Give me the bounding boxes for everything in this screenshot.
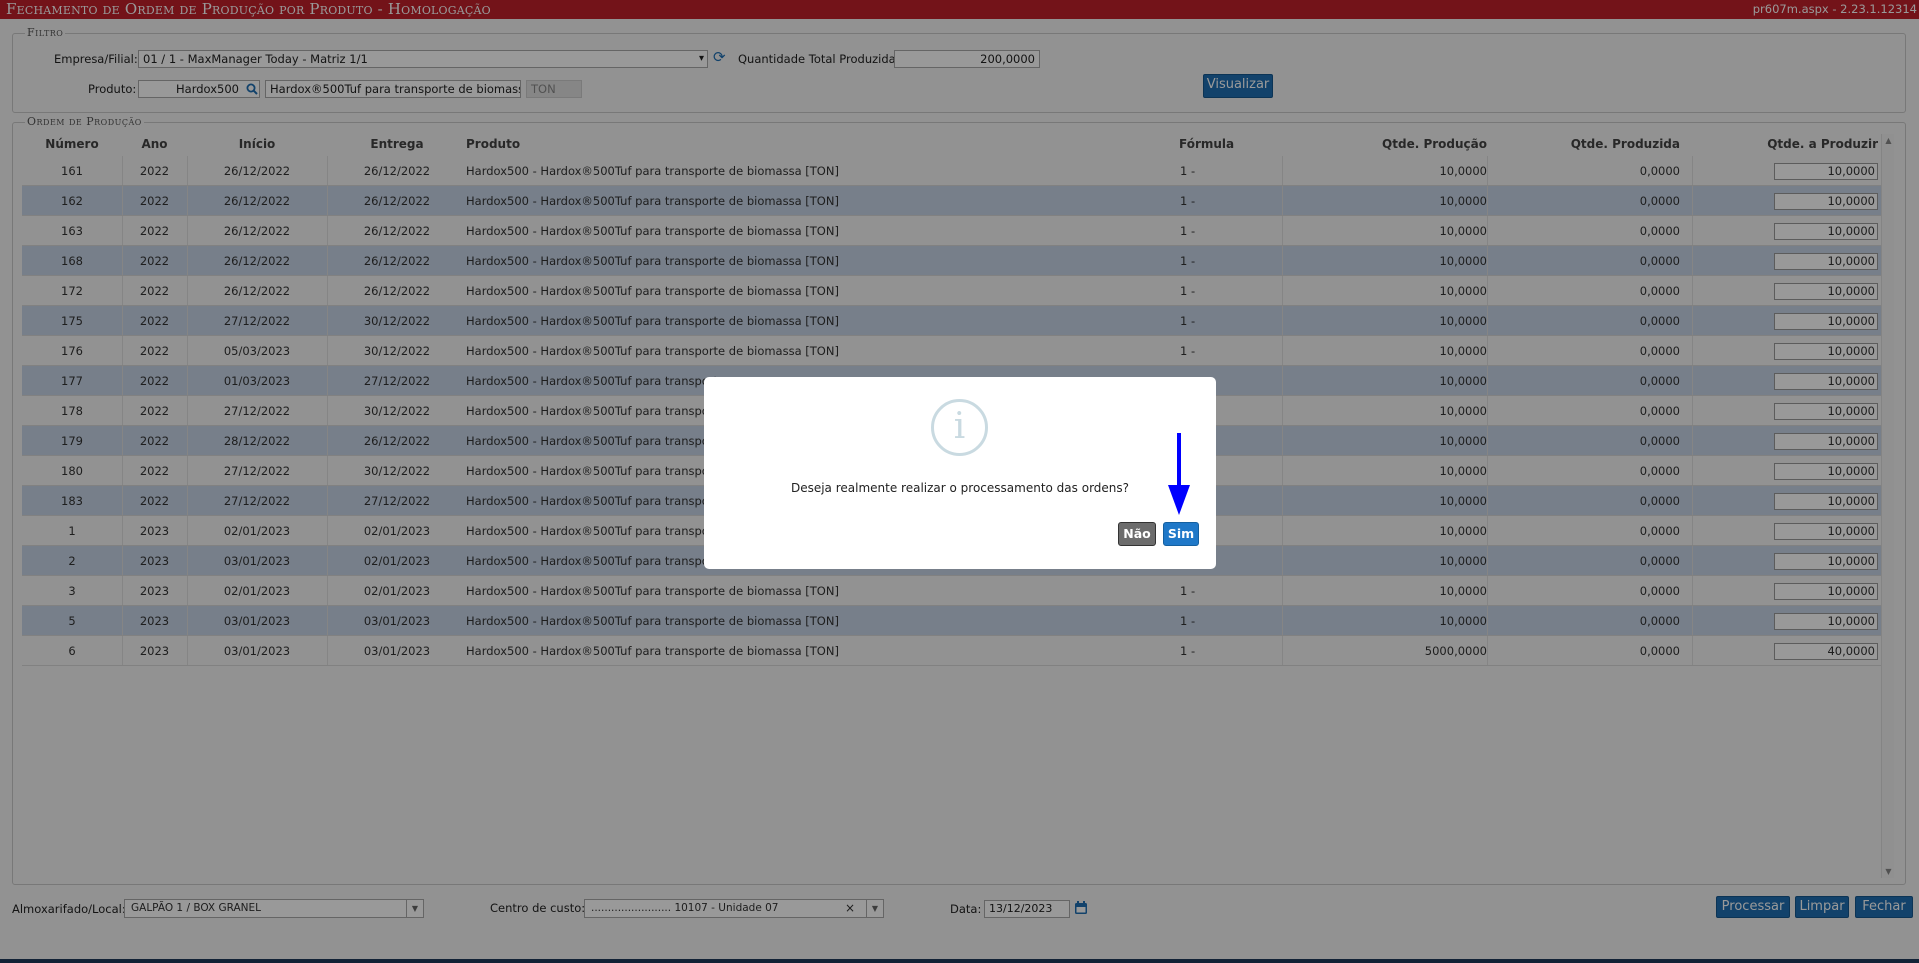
dialog-message: Deseja realmente realizar o processament… <box>790 481 1130 495</box>
confirm-dialog: i Deseja realmente realizar o processame… <box>704 377 1216 569</box>
arrow-down-annotation-icon <box>1168 433 1190 515</box>
sim-button[interactable]: Sim <box>1163 522 1199 546</box>
info-icon: i <box>931 399 988 456</box>
nao-button[interactable]: Não <box>1118 522 1156 546</box>
